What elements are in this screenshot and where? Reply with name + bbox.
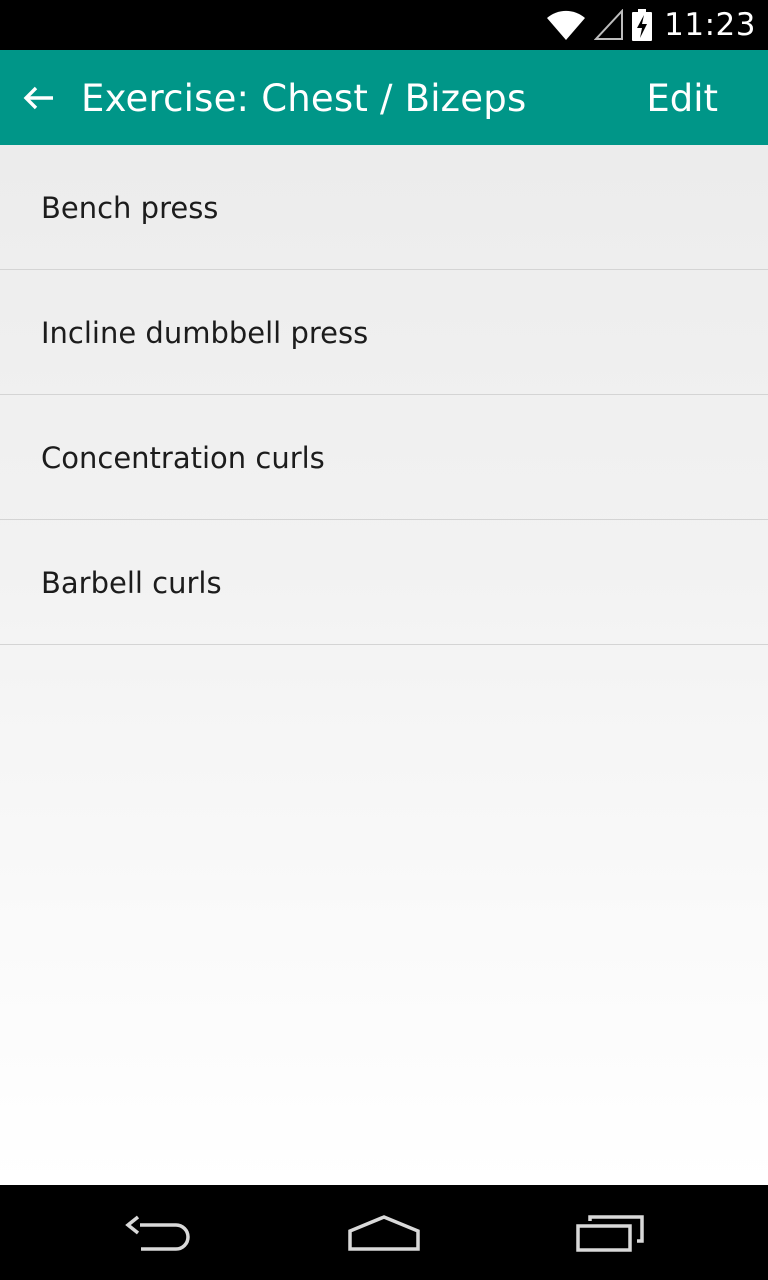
- navigation-bar: [0, 1185, 768, 1280]
- arrow-left-icon[interactable]: [22, 78, 58, 118]
- list-item[interactable]: Bench press: [0, 145, 768, 270]
- cell-signal-icon: [594, 9, 624, 41]
- battery-charging-icon: [632, 9, 653, 41]
- status-bar: 11:23: [0, 0, 768, 50]
- nav-back-icon[interactable]: [100, 1185, 220, 1280]
- list-item-label: Barbell curls: [41, 566, 222, 600]
- action-bar: Exercise: Chest / Bizeps Edit: [0, 50, 768, 145]
- list-item-label: Concentration curls: [41, 441, 325, 475]
- status-icons: 11:23: [546, 0, 756, 50]
- list-item[interactable]: Incline dumbbell press: [0, 270, 768, 395]
- nav-home-icon[interactable]: [324, 1185, 444, 1280]
- exercise-list-container: Bench press Incline dumbbell press Conce…: [0, 145, 768, 1185]
- status-time: 11:23: [664, 7, 756, 43]
- edit-button[interactable]: Edit: [646, 50, 718, 145]
- wifi-icon: [546, 9, 586, 41]
- list-item[interactable]: Barbell curls: [0, 520, 768, 645]
- page-title: Exercise: Chest / Bizeps: [81, 77, 527, 120]
- list-item-label: Incline dumbbell press: [41, 316, 369, 350]
- nav-recents-icon[interactable]: [550, 1185, 670, 1280]
- list-item[interactable]: Concentration curls: [0, 395, 768, 520]
- exercise-list: Bench press Incline dumbbell press Conce…: [0, 145, 768, 645]
- list-item-label: Bench press: [41, 191, 219, 225]
